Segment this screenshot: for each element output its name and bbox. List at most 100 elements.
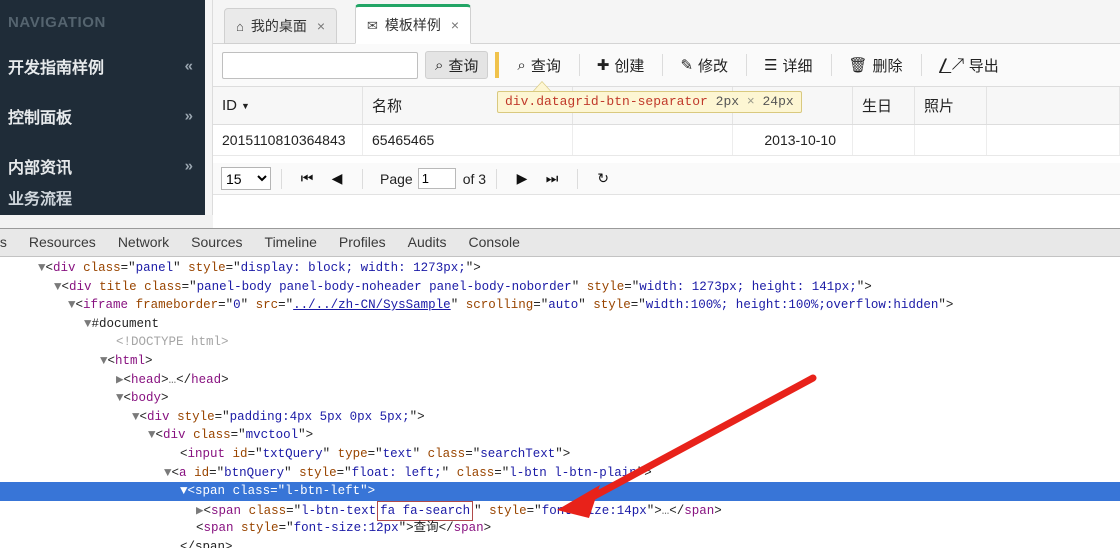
query-button-primary[interactable]: ⌕ 查询 <box>425 51 489 79</box>
sidebar-item-label: 业务流程 <box>8 191 73 208</box>
twisty-open-icon[interactable]: ▼ <box>38 261 46 275</box>
tab-timeline[interactable]: Timeline <box>254 229 328 256</box>
query-button[interactable]: ⌕ 查询 <box>507 51 570 79</box>
button-label: 修改 <box>698 57 729 75</box>
twisty-open-icon[interactable]: ▼ <box>100 354 108 368</box>
dom-node-a-btnquery[interactable]: ▼<a id="btnQuery" style="float: left;" c… <box>0 464 1120 483</box>
export-icon: ⎳↗ <box>938 56 964 74</box>
tab-label: 我的桌面 <box>250 18 307 34</box>
sidebar-item-internal-news[interactable]: 内部资讯 » <box>0 141 205 191</box>
page-number-input[interactable] <box>417 168 456 189</box>
sidebar-item-control-panel[interactable]: 控制面板 » <box>0 91 205 141</box>
button-label: 查询 <box>448 57 479 75</box>
twisty-closed-icon[interactable]: ▶ <box>196 504 204 518</box>
chevron-down-icon[interactable]: » <box>185 159 193 174</box>
pager-divider <box>362 168 363 189</box>
button-label: 删除 <box>872 57 903 75</box>
cell-5 <box>853 125 915 155</box>
column-label: ID <box>222 97 237 114</box>
home-icon: ⌂ <box>236 18 244 34</box>
table-row[interactable]: 2015110810364843 65465465 2013-10-10 <box>213 125 1120 156</box>
page-size-select[interactable]: 15 30 50 <box>221 167 271 190</box>
dom-node-span-btn-text[interactable]: ▶<span class="l-btn-text fa fa-search " st… <box>0 500 1120 522</box>
sidebar-heading: NAVIGATION <box>8 14 106 31</box>
dom-node-panel-body[interactable]: ▼<div title class="panel-body panel-body… <box>0 278 1120 297</box>
dom-node-html[interactable]: ▼<html> <box>0 352 1120 371</box>
twisty-open-icon[interactable]: ▼ <box>132 410 140 424</box>
delete-button[interactable]: 🗑 删除 <box>839 51 913 79</box>
prev-page-icon[interactable]: ◀ <box>322 170 352 187</box>
twisty-open-icon[interactable]: ▼ <box>54 280 62 294</box>
dom-node-mvctool[interactable]: ▼<div class="mvctool"> <box>0 426 1120 445</box>
dom-node-document[interactable]: ▼#document <box>0 315 1120 334</box>
column-header-id[interactable]: ID ▼ <box>213 87 363 124</box>
dom-node-iframe[interactable]: ▼<iframe frameborder="0" src="../../zh-C… <box>0 296 1120 315</box>
dom-node-head[interactable]: ▶<head>…</head> <box>0 371 1120 390</box>
tab-sources[interactable]: Sources <box>180 229 253 256</box>
column-header-birthday[interactable]: 生日 <box>853 87 915 124</box>
close-icon[interactable]: × <box>451 17 459 33</box>
tab-template-sample[interactable]: ✉ 模板样例 × <box>355 4 472 44</box>
sidebar-item-label: 内部资讯 <box>8 160 73 177</box>
sidebar-item-workflow[interactable]: 业务流程 <box>0 191 205 213</box>
chevron-down-icon[interactable]: » <box>185 109 193 124</box>
content-area: ⌂ 我的桌面 × ✉ 模板样例 × ⌕ 查询 ⌕ 查询 ✚ 创建 ✎ 修改 ☰ … <box>213 0 1120 228</box>
dom-node-padding-div[interactable]: ▼<div style="padding:4px 5px 0px 5px;"> <box>0 408 1120 427</box>
element-inspector-tooltip: div.datagrid-btn-separator 2px × 24px <box>497 91 802 113</box>
navigation-sidebar: NAVIGATION 开发指南样例 « 控制面板 » 内部资讯 » 业务流程 <box>0 0 205 215</box>
tab-network[interactable]: Network <box>107 229 180 256</box>
attribute-value-edit-field[interactable]: fa fa-search <box>377 500 474 522</box>
dom-node-input-txtquery[interactable]: <input id="txtQuery" type="text" class="… <box>0 445 1120 464</box>
twisty-open-icon[interactable]: ▼ <box>116 391 124 405</box>
twisty-closed-icon[interactable]: ▶ <box>116 373 124 387</box>
iframe-src-link[interactable]: ../../zh-CN/SysSample <box>293 298 451 312</box>
datagrid-btn-separator <box>496 53 499 77</box>
button-label: 详细 <box>782 57 813 75</box>
toolbar-divider <box>578 54 580 76</box>
tooltip-times: × <box>746 94 755 109</box>
tooltip-selector: div.datagrid-btn-separator <box>505 94 708 109</box>
dom-node-span-btn-left-selected[interactable]: ▼<span class="l-btn-left"> <box>0 482 1120 501</box>
cell-birthday: 2013-10-10 <box>733 125 853 155</box>
cell-filler <box>987 125 1120 155</box>
tab-elements[interactable]: ts <box>0 229 18 256</box>
tab-audits[interactable]: Audits <box>397 229 458 256</box>
application-window: NAVIGATION 开发指南样例 « 控制面板 » 内部资讯 » 业务流程 ⌂… <box>0 0 1120 228</box>
refresh-icon[interactable]: ↻ <box>588 170 618 187</box>
sort-desc-icon[interactable]: ▼ <box>241 101 250 111</box>
first-page-icon[interactable]: ⏮ <box>292 170 322 187</box>
toolbar-divider <box>830 54 832 76</box>
tab-console[interactable]: Console <box>458 229 531 256</box>
column-label: 名称 <box>372 98 403 115</box>
dom-tree[interactable]: ▼<div class="panel" style="display: bloc… <box>0 257 1120 548</box>
detail-button[interactable]: ☰ 详细 <box>754 51 822 79</box>
twisty-open-icon[interactable]: ▼ <box>68 298 76 312</box>
sidebar-edge-divider <box>205 0 213 215</box>
export-button[interactable]: ⎳↗ 导出 <box>929 51 1009 79</box>
tab-resources[interactable]: Resources <box>18 229 107 256</box>
dom-node-body[interactable]: ▼<body> <box>0 389 1120 408</box>
next-page-icon[interactable]: ▶ <box>507 170 537 187</box>
twisty-open-icon[interactable]: ▼ <box>84 317 92 331</box>
twisty-open-icon[interactable]: ▼ <box>148 428 156 442</box>
dom-node-span-label[interactable]: <span style="font-size:12px">查询</span> <box>0 519 1120 538</box>
tab-profiles[interactable]: Profiles <box>328 229 397 256</box>
column-label: 照片 <box>924 98 955 115</box>
last-page-icon[interactable]: ⏭ <box>537 170 567 187</box>
sidebar-item-dev-guide[interactable]: 开发指南样例 « <box>0 41 205 91</box>
edit-button[interactable]: ✎ 修改 <box>670 51 738 79</box>
chevron-up-icon[interactable]: « <box>185 59 193 74</box>
dom-node-panel[interactable]: ▼<div class="panel" style="display: bloc… <box>0 259 1120 278</box>
close-icon[interactable]: × <box>317 18 325 34</box>
search-icon: ⌕ <box>517 56 526 74</box>
sidebar-item-label: 开发指南样例 <box>8 60 105 77</box>
search-input[interactable] <box>222 51 418 79</box>
tab-my-desktop[interactable]: ⌂ 我的桌面 × <box>224 8 338 44</box>
twisty-open-icon[interactable]: ▼ <box>180 484 188 498</box>
column-header-photo[interactable]: 照片 <box>915 87 987 124</box>
button-label: 创建 <box>614 57 645 75</box>
twisty-open-icon[interactable]: ▼ <box>164 466 172 480</box>
create-button[interactable]: ✚ 创建 <box>587 51 655 79</box>
list-icon: ☰ <box>764 56 778 74</box>
toolbar-divider <box>662 54 664 76</box>
